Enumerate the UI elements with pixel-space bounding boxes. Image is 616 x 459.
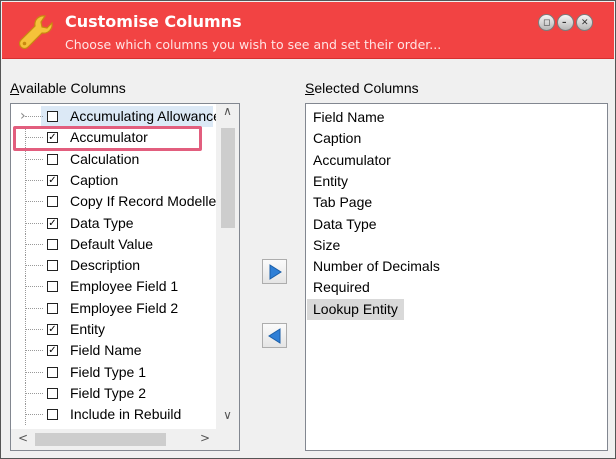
dialog-title: Customise Columns bbox=[65, 12, 242, 31]
column-checkbox[interactable]: ✓ bbox=[47, 132, 58, 144]
tree-item-label: Entity bbox=[70, 321, 106, 337]
list-item[interactable]: Data Type bbox=[307, 214, 383, 235]
tree-item-label: Accumulator bbox=[70, 129, 148, 146]
scrollbar-corner bbox=[216, 429, 239, 450]
column-checkbox[interactable] bbox=[47, 260, 58, 272]
column-checkbox[interactable] bbox=[47, 153, 58, 165]
tree-item[interactable]: Copy If Record Modelled bbox=[11, 191, 224, 213]
tree-connector bbox=[25, 243, 43, 245]
close-icon: ✕ bbox=[581, 18, 589, 28]
tree-connector bbox=[25, 222, 43, 224]
selected-columns-list[interactable]: Field Name Caption Accumulator Entity Tab Pa… bbox=[305, 103, 608, 451]
scroll-left-icon[interactable]: < bbox=[13, 431, 33, 448]
column-checkbox[interactable] bbox=[47, 387, 58, 399]
list-item[interactable]: Lookup Entity bbox=[307, 298, 404, 320]
column-checkbox[interactable]: ✓ bbox=[47, 324, 58, 335]
column-checkbox[interactable]: ✓ bbox=[47, 174, 58, 186]
available-columns-tree[interactable]: › Accumulating Allowance ✓ Accumulator Calcu… bbox=[10, 103, 240, 451]
list-item[interactable]: Size bbox=[307, 235, 346, 256]
selected-columns-label: Selected Columns bbox=[305, 80, 419, 96]
tree-item[interactable]: Employee Field 2 bbox=[11, 297, 213, 319]
tree-connector bbox=[25, 179, 43, 181]
tree-item[interactable]: › Accumulating Allowance bbox=[11, 106, 221, 127]
tree-item-label: Field Type 2 bbox=[70, 384, 147, 401]
tree-connector bbox=[25, 414, 43, 416]
scroll-up-icon[interactable]: ∧ bbox=[216, 104, 239, 124]
tree-item-label: Employee Field 1 bbox=[70, 278, 179, 295]
tree-connector bbox=[25, 392, 43, 394]
tree-item[interactable]: ✓ Entity bbox=[11, 319, 213, 340]
tree-item[interactable]: Field Type 1 bbox=[11, 361, 213, 383]
tree-connector bbox=[25, 307, 43, 309]
list-item[interactable]: Field Name bbox=[307, 107, 391, 128]
column-checkbox[interactable] bbox=[47, 366, 58, 378]
scroll-right-icon[interactable]: > bbox=[195, 431, 215, 448]
tree-item[interactable]: Employee Field 1 bbox=[11, 276, 213, 298]
tree-item-label: Employee Field 2 bbox=[70, 299, 179, 316]
tree-item-label: Include in Rebuild bbox=[70, 406, 182, 423]
tree-item-label: Copy If Record Modelled bbox=[70, 193, 225, 210]
tree-item-label: Calculation bbox=[70, 150, 140, 167]
arrow-right-icon bbox=[269, 264, 282, 280]
list-item[interactable]: Caption bbox=[307, 128, 367, 149]
available-columns-label: Available Columns bbox=[10, 80, 126, 96]
horizontal-scroll-thumb[interactable] bbox=[35, 433, 166, 446]
tree-item[interactable]: Calculation bbox=[11, 148, 213, 170]
tree-item[interactable]: ✓ Field Name bbox=[11, 340, 213, 362]
tree-item-label: Description bbox=[70, 257, 141, 274]
dialog-subtitle: Choose which columns you wish to see and… bbox=[65, 37, 442, 52]
tree-item-label: Field Name bbox=[70, 342, 142, 359]
tree-item[interactable]: Default Value bbox=[11, 233, 213, 255]
tree-connector bbox=[25, 201, 43, 203]
restore-icon: ◻ bbox=[543, 18, 551, 28]
column-checkbox[interactable] bbox=[47, 302, 58, 314]
tree-item-label: Default Value bbox=[70, 235, 154, 252]
tree-connector bbox=[25, 116, 43, 117]
list-item[interactable]: Entity bbox=[307, 171, 354, 192]
tree-connector bbox=[25, 371, 43, 373]
tree-item[interactable]: ✓ Data Type bbox=[11, 212, 213, 234]
column-checkbox[interactable] bbox=[47, 238, 58, 250]
title-bar: Customise Columns Choose which columns y… bbox=[2, 2, 614, 59]
arrow-left-icon bbox=[268, 328, 281, 344]
tree-item-label: Accumulating Allowance bbox=[70, 108, 221, 124]
column-checkbox[interactable] bbox=[47, 111, 58, 122]
list-item[interactable]: Number of Decimals bbox=[307, 256, 446, 277]
column-checkbox[interactable]: ✓ bbox=[47, 217, 58, 229]
tree-connector bbox=[25, 158, 43, 160]
tree-item-label: Data Type bbox=[70, 214, 134, 231]
tree-connector bbox=[25, 286, 43, 288]
tree-connector bbox=[25, 329, 43, 330]
wrench-icon bbox=[18, 15, 53, 50]
tree-connector bbox=[25, 137, 43, 139]
add-column-button[interactable] bbox=[262, 259, 287, 284]
minimize-button[interactable]: – bbox=[557, 14, 574, 31]
vertical-scroll-thumb[interactable] bbox=[221, 128, 235, 228]
restore-button[interactable]: ◻ bbox=[538, 14, 555, 31]
list-item[interactable]: Tab Page bbox=[307, 192, 378, 213]
tree-item[interactable]: ✓ Caption bbox=[11, 169, 213, 191]
tree-connector bbox=[25, 265, 43, 267]
minimize-icon: – bbox=[562, 18, 567, 28]
tree-item-label: Field Type 1 bbox=[70, 363, 147, 380]
tree-item[interactable]: Field Type 2 bbox=[11, 382, 213, 404]
column-checkbox[interactable]: ✓ bbox=[47, 345, 58, 357]
column-checkbox[interactable] bbox=[47, 196, 58, 208]
list-item[interactable]: Accumulator bbox=[307, 150, 397, 171]
vertical-scrollbar[interactable]: ∧ ∨ bbox=[216, 104, 239, 429]
tree-item[interactable]: Include in Rebuild bbox=[11, 404, 213, 426]
customise-columns-window: Customise Columns Choose which columns y… bbox=[0, 0, 616, 459]
close-button[interactable]: ✕ bbox=[576, 14, 593, 31]
column-checkbox[interactable] bbox=[47, 281, 58, 293]
tree-item[interactable]: ✓ Accumulator bbox=[11, 127, 213, 149]
tree-connector bbox=[25, 350, 43, 352]
scroll-down-icon[interactable]: ∨ bbox=[216, 408, 239, 428]
tree-item[interactable]: Description bbox=[11, 255, 213, 277]
horizontal-scrollbar[interactable]: < > bbox=[11, 429, 239, 450]
remove-column-button[interactable] bbox=[262, 323, 287, 348]
column-checkbox[interactable] bbox=[47, 409, 58, 421]
tree-item-label: Caption bbox=[70, 171, 119, 188]
list-item[interactable]: Required bbox=[307, 277, 376, 298]
